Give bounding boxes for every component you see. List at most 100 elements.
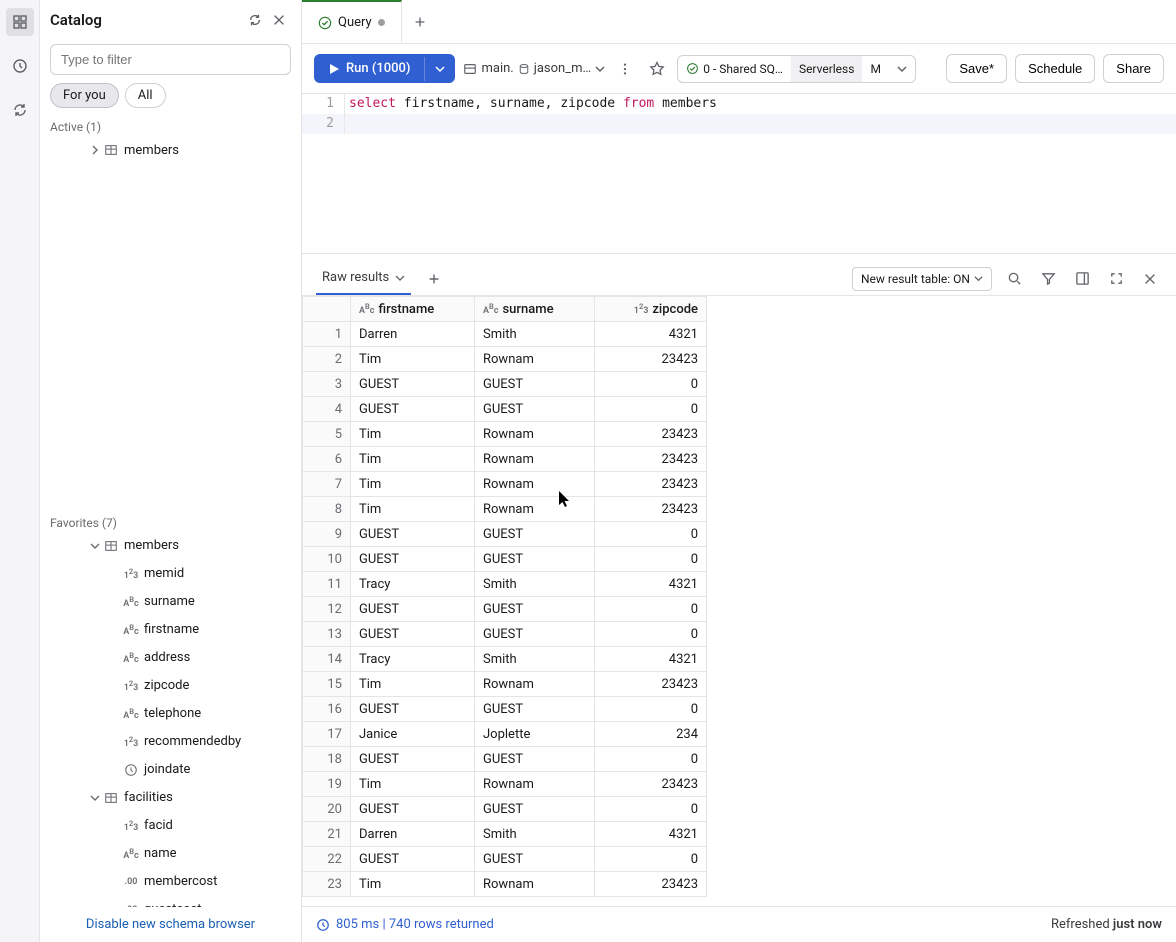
tree-node-facid[interactable]: 123facid [40, 812, 301, 840]
tree-node-members[interactable]: members [40, 136, 301, 164]
cluster-selector[interactable]: 0 - Shared SQ… Serverless M [677, 55, 916, 83]
close-sidebar-icon[interactable] [267, 8, 291, 32]
table-row[interactable]: 4GUESTGUEST0 [303, 397, 707, 422]
tree-node-facilities[interactable]: facilities [40, 784, 301, 812]
table-row[interactable]: 22GUESTGUEST0 [303, 847, 707, 872]
table-row[interactable]: 19TimRownam23423 [303, 772, 707, 797]
table-row[interactable]: 7TimRownam23423 [303, 472, 707, 497]
num-icon: 123 [122, 819, 140, 833]
results-toolbar: Raw results New result table: ON [302, 254, 1176, 295]
chevron-down-icon [595, 64, 605, 74]
schedule-button[interactable]: Schedule [1015, 54, 1095, 83]
new-result-table-toggle[interactable]: New result table: ON [852, 267, 992, 291]
tree-active: members [40, 136, 301, 512]
cluster-size: M [862, 56, 888, 82]
search-icon [1007, 271, 1022, 286]
table-row[interactable]: 23TimRownam23423 [303, 872, 707, 897]
table-icon [102, 539, 120, 553]
col-zipcode[interactable]: 123zipcode [595, 297, 707, 322]
expand-results-button[interactable] [1104, 267, 1128, 291]
ctx-db: jason_m… [534, 61, 591, 76]
disable-schema-link[interactable]: Disable new schema browser [40, 907, 301, 942]
play-icon [328, 63, 340, 75]
tab-query[interactable]: Query [302, 0, 402, 43]
results-tab-raw[interactable]: Raw results [316, 262, 411, 295]
table-row[interactable]: 21DarrenSmith4321 [303, 822, 707, 847]
run-label: Run (1000) [346, 61, 410, 76]
run-button[interactable]: Run (1000) [314, 54, 455, 83]
abc-icon: ABc [122, 623, 140, 637]
tree-node-zipcode[interactable]: 123zipcode [40, 672, 301, 700]
rail-sync-icon[interactable] [6, 96, 34, 124]
table-row[interactable]: 9GUESTGUEST0 [303, 522, 707, 547]
table-row[interactable]: 10GUESTGUEST0 [303, 547, 707, 572]
table-row[interactable]: 12GUESTGUEST0 [303, 597, 707, 622]
cluster-tag: Serverless [791, 56, 863, 82]
pill-all[interactable]: All [125, 83, 166, 108]
refreshed-when: just now [1113, 917, 1162, 932]
results-grid-wrap[interactable]: ABcfirstnameABcsurname123zipcode1DarrenS… [302, 295, 1176, 906]
star-icon [649, 61, 665, 77]
tree-node-memid[interactable]: 123memid [40, 560, 301, 588]
sql-editor[interactable]: 1select firstname, surname, zipcode from… [302, 94, 1176, 254]
add-tab-button[interactable] [402, 0, 438, 43]
filter-input[interactable] [50, 44, 291, 75]
abc-icon: ABc [359, 305, 374, 316]
refresh-icon[interactable] [243, 8, 267, 32]
ctx-schema-prefix: main. [481, 61, 513, 76]
panel-toggle-button[interactable] [1070, 267, 1094, 291]
table-row[interactable]: 3GUESTGUEST0 [303, 372, 707, 397]
check-circle-icon [686, 62, 699, 75]
table-row[interactable]: 6TimRownam23423 [303, 447, 707, 472]
run-dropdown-button[interactable] [424, 57, 455, 81]
more-menu-button[interactable] [613, 57, 637, 81]
col-firstname[interactable]: ABcfirstname [351, 297, 475, 322]
table-row[interactable]: 15TimRownam23423 [303, 672, 707, 697]
filter-icon [1041, 271, 1056, 286]
tree-node-recommendedby[interactable]: 123recommendedby [40, 728, 301, 756]
tree-node-guestcost[interactable]: .00guestcost [40, 896, 301, 908]
favorite-button[interactable] [645, 57, 669, 81]
tree-node-surname[interactable]: ABcsurname [40, 588, 301, 616]
toolbar: Run (1000) main. jason_m… [302, 44, 1176, 94]
chevron-down-icon [395, 273, 405, 283]
tree-node-firstname[interactable]: ABcfirstname [40, 616, 301, 644]
add-viz-button[interactable] [421, 266, 447, 292]
tree-node-membercost[interactable]: .00membercost [40, 868, 301, 896]
pill-for-you[interactable]: For you [50, 83, 119, 108]
abc-icon: ABc [122, 651, 140, 665]
filter-results-button[interactable] [1036, 267, 1060, 291]
table-row[interactable]: 17JaniceJoplette234 [303, 722, 707, 747]
table-row[interactable]: 20GUESTGUEST0 [303, 797, 707, 822]
sidebar-title: Catalog [50, 11, 243, 29]
context-selector[interactable]: main. jason_m… [463, 61, 605, 76]
search-results-button[interactable] [1002, 267, 1026, 291]
table-row[interactable]: 11TracySmith4321 [303, 572, 707, 597]
chevron-down-icon [435, 64, 445, 74]
table-row[interactable]: 18GUESTGUEST0 [303, 747, 707, 772]
tree-node-name[interactable]: ABcname [40, 840, 301, 868]
col-surname[interactable]: ABcsurname [475, 297, 595, 322]
table-row[interactable]: 14TracySmith4321 [303, 647, 707, 672]
rail-catalog-icon[interactable] [6, 8, 34, 36]
table-row[interactable]: 2TimRownam23423 [303, 347, 707, 372]
num-icon: 123 [122, 735, 140, 749]
tree-node-telephone[interactable]: ABctelephone [40, 700, 301, 728]
rail-history-icon[interactable] [6, 52, 34, 80]
chevron-down-icon [897, 64, 907, 74]
dec-icon: .00 [122, 877, 140, 887]
chevron-down-icon [974, 274, 983, 283]
tree-node-members[interactable]: members [40, 532, 301, 560]
check-circle-icon [318, 16, 332, 30]
table-row[interactable]: 5TimRownam23423 [303, 422, 707, 447]
table-row[interactable]: 16GUESTGUEST0 [303, 697, 707, 722]
database-icon [518, 63, 530, 75]
tree-node-address[interactable]: ABcaddress [40, 644, 301, 672]
table-row[interactable]: 13GUESTGUEST0 [303, 622, 707, 647]
table-row[interactable]: 8TimRownam23423 [303, 497, 707, 522]
save-button[interactable]: Save* [946, 54, 1007, 83]
tree-node-joindate[interactable]: joindate [40, 756, 301, 784]
table-row[interactable]: 1DarrenSmith4321 [303, 322, 707, 347]
share-button[interactable]: Share [1103, 54, 1164, 83]
close-results-button[interactable] [1138, 267, 1162, 291]
